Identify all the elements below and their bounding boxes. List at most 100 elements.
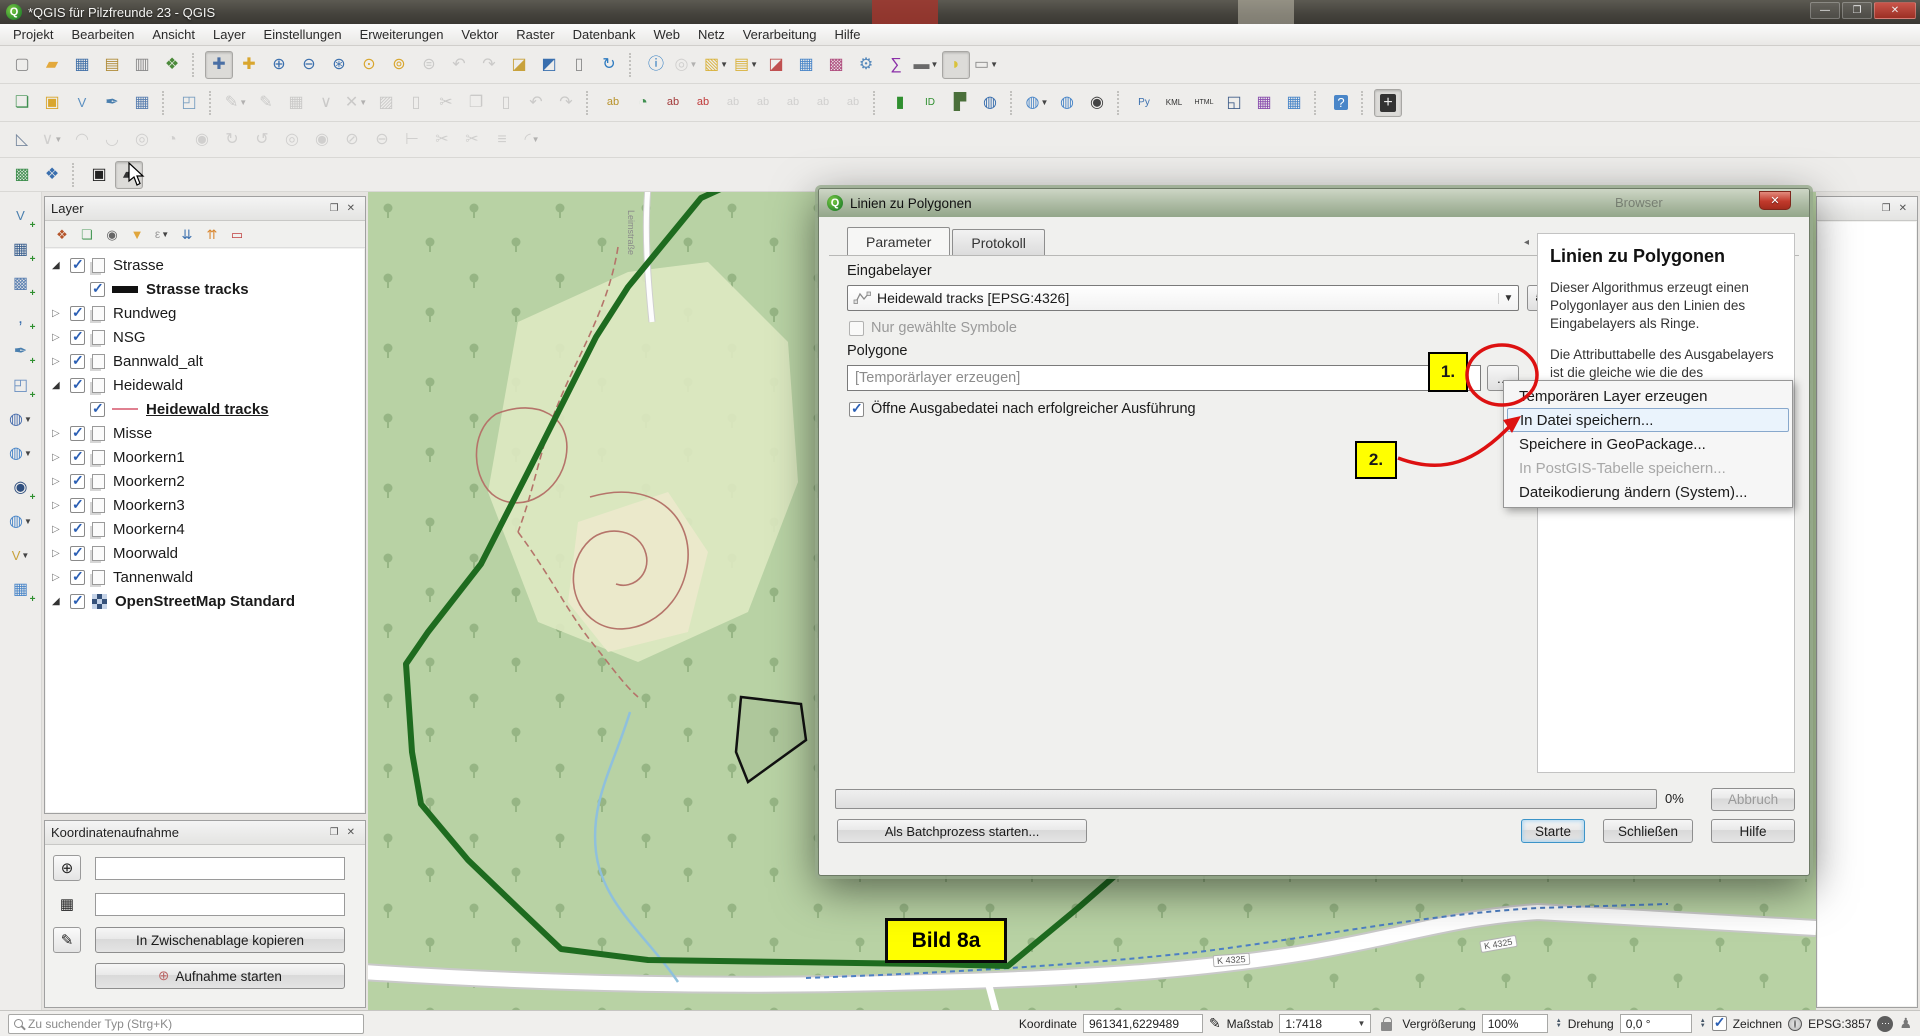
filter-by-expression-button[interactable]: ε▼ xyxy=(151,223,173,245)
plugin-id-button[interactable]: ID xyxy=(916,89,944,117)
trim-extend-button[interactable]: ✂ xyxy=(428,126,456,154)
rotate-label-button[interactable]: ab xyxy=(809,89,837,117)
add-layer-button[interactable]: ❏ xyxy=(8,89,36,117)
dialog-close-button[interactable]: ✕ xyxy=(1759,191,1791,210)
help-contents-button[interactable]: ? xyxy=(1327,89,1355,117)
crs-globe-icon[interactable] xyxy=(1788,1017,1802,1031)
delete-ring-button[interactable]: ⊘ xyxy=(338,126,366,154)
visibility-checkbox[interactable] xyxy=(70,378,85,393)
plugin-garmin-button[interactable]: ▮ xyxy=(886,89,914,117)
tile-layer-plus-button[interactable]: ◱ xyxy=(1220,89,1248,117)
new-geopackage-button[interactable]: ✒ xyxy=(98,89,126,117)
batch-process-button[interactable]: Als Batchprozess starten... xyxy=(837,819,1087,843)
add-postgis-layer-dropdown-icon[interactable]: ▼ xyxy=(24,415,32,424)
undo-button[interactable]: ↶ xyxy=(522,89,550,117)
layer-item-moorkern4[interactable]: ▷Moorkern4 xyxy=(46,517,364,541)
text-annotation-dropdown-icon[interactable]: ▼ xyxy=(990,60,998,69)
lock-scale-icon[interactable] xyxy=(1381,1022,1392,1031)
add-mesh-layer-button[interactable]: ▩+ xyxy=(6,270,36,297)
add-vector-tile-layer-button[interactable]: V▼ xyxy=(6,542,36,569)
select-by-value-button[interactable]: ▤▼ xyxy=(732,51,760,79)
html-tools-button[interactable]: HTML xyxy=(1190,89,1218,117)
new-project-button[interactable]: ▢ xyxy=(8,51,36,79)
coordinate-capture-tool-button[interactable]: + xyxy=(1374,89,1402,117)
menu-erweiterungen[interactable]: Erweiterungen xyxy=(351,25,453,44)
add-wms-layer-dropdown-icon[interactable]: ▼ xyxy=(24,449,32,458)
visibility-checkbox[interactable] xyxy=(70,450,85,465)
rotate-point-symbols-dropdown-icon[interactable]: ▼ xyxy=(532,135,540,144)
modify-attributes-button[interactable]: ▨ xyxy=(372,89,400,117)
scale-combo[interactable]: 1:7418 ▼ xyxy=(1279,1014,1371,1033)
input-layer-combo[interactable]: Heidewald tracks [EPSG:4326] ▼ xyxy=(847,285,1519,311)
float-panel-icon[interactable]: ❐ xyxy=(326,202,343,215)
text-annotation-button[interactable]: ▭▼ xyxy=(972,51,1000,79)
filter-by-expression-dropdown-icon[interactable]: ▼ xyxy=(161,230,169,239)
add-feature-button[interactable]: ∨ xyxy=(312,89,340,117)
pan-map-button[interactable]: ✚ xyxy=(205,51,233,79)
menu-datenbank[interactable]: Datenbank xyxy=(564,25,645,44)
float-panel-icon[interactable]: ❐ xyxy=(1878,202,1895,215)
float-panel-icon[interactable]: ❐ xyxy=(326,826,343,839)
output-path-input[interactable]: [Temporärlayer erzeugen] xyxy=(847,365,1481,391)
visibility-checkbox[interactable] xyxy=(70,498,85,513)
layer-item-bannwald-alt[interactable]: ▷Bannwald_alt xyxy=(46,349,364,373)
visibility-checkbox[interactable] xyxy=(70,354,85,369)
simplify-feature-button[interactable]: ↺ xyxy=(248,126,276,154)
vertex-tool-button[interactable]: ✕▼ xyxy=(342,89,370,117)
track-mouse-icon[interactable]: ✎ xyxy=(53,927,81,953)
select-features-button[interactable]: ▧▼ xyxy=(702,51,730,79)
save-project-button[interactable]: ▦ xyxy=(68,51,96,79)
add-wfs-layer-dropdown-icon[interactable]: ▼ xyxy=(24,517,32,526)
expand-all-button[interactable]: ⇊ xyxy=(176,223,198,245)
expander-closed-icon[interactable]: ▷ xyxy=(52,548,70,559)
toggle-editing-button[interactable]: ✎ xyxy=(252,89,280,117)
refresh-map-button[interactable]: ↻ xyxy=(595,51,623,79)
new-shapefile-button[interactable]: V xyxy=(68,89,96,117)
plugin-photo-button[interactable]: ▛ xyxy=(946,89,974,117)
reshape-features-button[interactable]: ◠ xyxy=(68,126,96,154)
change-label-properties-button[interactable]: ab xyxy=(839,89,867,117)
visibility-checkbox[interactable] xyxy=(70,330,85,345)
maximize-button[interactable]: ❐ xyxy=(1842,2,1872,19)
layer-item-heidewald[interactable]: ◢Heidewald xyxy=(46,373,364,397)
align-features-button[interactable]: ≡ xyxy=(488,126,516,154)
menu-hilfe[interactable]: Hilfe xyxy=(825,25,869,44)
new-print-layout-button[interactable]: ▤ xyxy=(98,51,126,79)
coord-panel-titlebar[interactable]: Koordinatenaufnahme ❐ ✕ xyxy=(45,821,365,845)
zoom-native-button[interactable]: ⊜ xyxy=(415,51,443,79)
messages-icon[interactable]: ⋯ xyxy=(1877,1016,1893,1032)
menu-item-in-datei-speichern[interactable]: In Datei speichern... xyxy=(1507,408,1789,432)
save-edits-button[interactable]: ▦ xyxy=(282,89,310,117)
color-grid-plugin-button[interactable]: ▦ xyxy=(1250,89,1278,117)
delete-selected-button[interactable]: ▯ xyxy=(402,89,430,117)
layer-labeling-button[interactable]: ab xyxy=(599,89,627,117)
copy-to-clipboard-button[interactable]: In Zwischenablage kopieren xyxy=(95,927,345,953)
layout-manager-button[interactable]: ▥ xyxy=(128,51,156,79)
web-search-button[interactable]: ◉ xyxy=(1083,89,1111,117)
magnifier-spinner[interactable]: ▲▼ xyxy=(1556,1019,1562,1029)
layer-item-strasse[interactable]: ◢Strasse xyxy=(46,253,364,277)
expander-closed-icon[interactable]: ▷ xyxy=(52,476,70,487)
coord-capture-field-2[interactable] xyxy=(95,893,345,916)
zoom-in-button[interactable]: ⊕ xyxy=(265,51,293,79)
rotate-feature-button[interactable]: ↻ xyxy=(218,126,246,154)
menu-verarbeitung[interactable]: Verarbeitung xyxy=(734,25,826,44)
visibility-checkbox[interactable] xyxy=(70,426,85,441)
epsg-status[interactable]: EPSG:3857 xyxy=(1808,1017,1871,1031)
pan-to-selection-button[interactable]: ✚ xyxy=(235,51,263,79)
layer-item-moorwald[interactable]: ▷Moorwald xyxy=(46,541,364,565)
open-after-checkbox[interactable] xyxy=(849,402,864,417)
add-group-button[interactable]: ❏ xyxy=(76,223,98,245)
close-dialog-button[interactable]: Schließen xyxy=(1603,819,1693,843)
coordinate-field[interactable]: 961341,6229489 xyxy=(1083,1014,1203,1033)
fill-ring-button[interactable]: ◉ xyxy=(308,126,336,154)
add-delimited-text-button[interactable]: ,+ xyxy=(6,304,36,331)
merge-features-button[interactable]: ◉ xyxy=(188,126,216,154)
processing-gear-button[interactable]: ⚙ xyxy=(852,51,880,79)
offset-curve-button[interactable]: ◡ xyxy=(98,126,126,154)
pin-labels-button[interactable]: ab xyxy=(659,89,687,117)
add-oracle-table-button[interactable]: ▦+ xyxy=(6,576,36,603)
render-checkbox[interactable] xyxy=(1712,1016,1727,1031)
cad-tools-button[interactable]: ◺ xyxy=(8,126,36,154)
scale-dropdown-icon[interactable]: ▼ xyxy=(1357,1019,1365,1028)
